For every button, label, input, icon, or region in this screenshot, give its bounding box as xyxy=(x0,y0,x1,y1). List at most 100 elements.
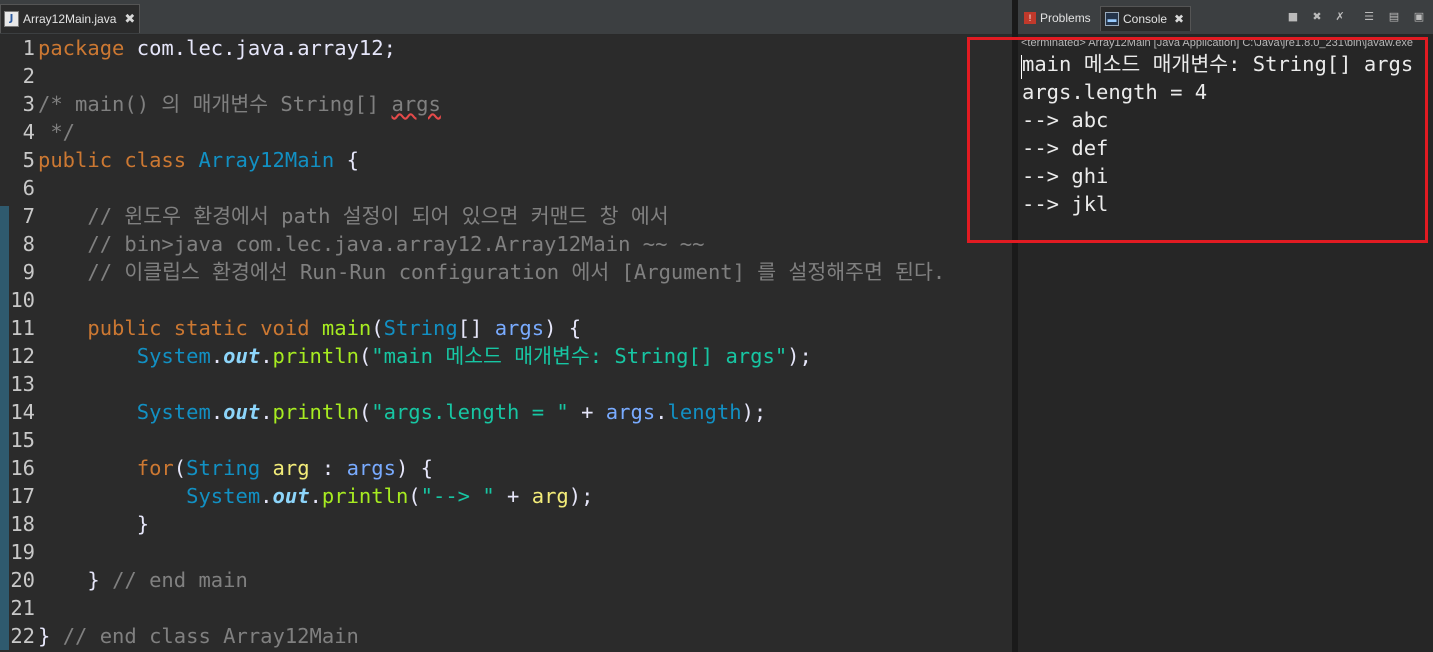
editor-pane: J Array12Main.java ✖ 1 package com.lec.ja… xyxy=(0,0,1013,652)
code-token: . xyxy=(655,400,668,424)
highlight-box xyxy=(967,37,1428,243)
line-number: 3 xyxy=(22,92,35,116)
tab-console-label: Console xyxy=(1123,12,1168,26)
code-line: 7 // 윈도우 환경에서 path 설정이 되어 있으면 커맨드 창 에서 xyxy=(0,202,1012,230)
code-token: main xyxy=(321,316,372,340)
pin-console-icon[interactable]: ▤ xyxy=(1387,10,1401,24)
code-text: // 이클립스 환경에선 Run-Run configuration 에서 [A… xyxy=(38,258,945,286)
code-token: args xyxy=(605,400,656,424)
code-token: package xyxy=(38,36,125,60)
code-line: 11 public static void main(String[] args… xyxy=(0,314,1012,342)
code-line: 5 public class Array12Main { xyxy=(0,146,1012,174)
code-text: } // end class Array12Main xyxy=(38,622,359,650)
editor-tab-array12main[interactable]: J Array12Main.java ✖ xyxy=(0,4,140,33)
code-token: . xyxy=(309,484,322,508)
code-line: 14 System.out.println("args.length = " +… xyxy=(0,398,1012,426)
code-token: ) { xyxy=(395,456,433,480)
line-number: 2 xyxy=(22,64,35,88)
code-text: /* main() 의 매개변수 String[] args xyxy=(38,90,441,118)
code-token: [] xyxy=(457,316,495,340)
code-token: out xyxy=(223,400,261,424)
code-token: public xyxy=(38,148,113,172)
code-token: args xyxy=(391,92,441,116)
code-token: public xyxy=(87,316,162,340)
code-line: 17 System.out.println("--> " + arg); xyxy=(0,482,1012,510)
code-token: . xyxy=(260,400,273,424)
code-token: args xyxy=(346,456,396,480)
code-line: 9 // 이클립스 환경에선 Run-Run configuration 에서 … xyxy=(0,258,1012,286)
code-line: 4 */ xyxy=(0,118,1012,146)
close-icon[interactable]: ✖ xyxy=(1174,12,1184,26)
code-token: length xyxy=(667,400,742,424)
code-text: // bin>java com.lec.java.array12.Array12… xyxy=(38,230,704,258)
open-console-icon[interactable]: ▣ xyxy=(1412,10,1426,24)
code-token: } xyxy=(38,624,63,648)
code-token: ); xyxy=(741,400,767,424)
line-number: 5 xyxy=(22,148,35,172)
code-token: out xyxy=(223,344,261,368)
code-token: "main 메소드 매개변수: String[] args" xyxy=(371,344,788,368)
code-line: 2 xyxy=(0,62,1012,90)
code-token: for xyxy=(136,456,174,480)
code-token: ); xyxy=(787,344,812,368)
code-token: args xyxy=(494,316,545,340)
close-icon[interactable]: ✖ xyxy=(124,12,135,27)
code-token: "--> " xyxy=(420,484,495,508)
code-token: String xyxy=(186,456,261,480)
line-number: 6 xyxy=(22,176,35,200)
stop-icon[interactable]: ■ xyxy=(1286,10,1300,24)
code-token: arg xyxy=(531,484,569,508)
code-token: // end main xyxy=(112,568,248,592)
code-token: } xyxy=(38,568,113,592)
code-token: ( xyxy=(358,400,372,424)
code-text: System.out.println("args.length = " + ar… xyxy=(38,398,767,426)
java-file-icon: J xyxy=(4,11,19,27)
tab-console[interactable]: ▬ Console ✖ xyxy=(1100,6,1192,31)
code-token: System xyxy=(186,484,261,508)
code-line: 19 xyxy=(0,538,1012,566)
code-text: public class Array12Main { xyxy=(38,146,359,174)
code-token: arg xyxy=(272,456,310,480)
code-token: System xyxy=(136,400,211,424)
code-token: . xyxy=(260,344,273,368)
code-token: ( xyxy=(173,456,187,480)
code-line: 13 xyxy=(0,370,1012,398)
code-token: } xyxy=(38,512,150,536)
code-token: . xyxy=(210,400,224,424)
code-editor[interactable]: 1 package com.lec.java.array12; 2 3/* main(… xyxy=(0,34,1012,652)
code-line: 8 // bin>java com.lec.java.array12.Array… xyxy=(0,230,1012,258)
problems-icon: ! xyxy=(1024,12,1036,24)
scroll-lock-icon[interactable]: ☰ xyxy=(1362,10,1376,24)
tab-problems-label: Problems xyxy=(1040,11,1091,25)
remove-launch-icon[interactable]: ✖ xyxy=(1310,10,1324,24)
tab-problems[interactable]: ! Problems xyxy=(1020,6,1091,30)
code-token: class xyxy=(124,148,187,172)
code-token: + xyxy=(494,484,532,508)
code-token: println xyxy=(272,344,359,368)
code-token: // 이클립스 환경에선 Run-Run configuration 에서 [A… xyxy=(38,260,946,284)
code-token: ( xyxy=(408,484,421,508)
editor-tab-bar: J Array12Main.java ✖ xyxy=(0,0,1012,35)
code-line: 12 System.out.println("main 메소드 매개변수: St… xyxy=(0,342,1012,370)
code-token: println xyxy=(272,400,359,424)
console-icon: ▬ xyxy=(1105,12,1119,26)
code-text: public static void main(String[] args) { xyxy=(38,314,581,342)
code-token: "args.length = " xyxy=(371,400,569,424)
code-line: 10 xyxy=(0,286,1012,314)
code-text: package com.lec.java.array12; xyxy=(38,34,396,62)
code-token: : xyxy=(309,456,347,480)
remove-all-icon[interactable]: ✗ xyxy=(1333,10,1347,24)
editor-tab-label: Array12Main.java xyxy=(23,12,117,26)
code-text: System.out.println("main 메소드 매개변수: Strin… xyxy=(38,342,812,370)
line-number: 1 xyxy=(22,36,35,60)
code-line: 16 for(String arg : args) { xyxy=(0,454,1012,482)
code-token: + xyxy=(568,400,606,424)
code-token: static xyxy=(173,316,248,340)
